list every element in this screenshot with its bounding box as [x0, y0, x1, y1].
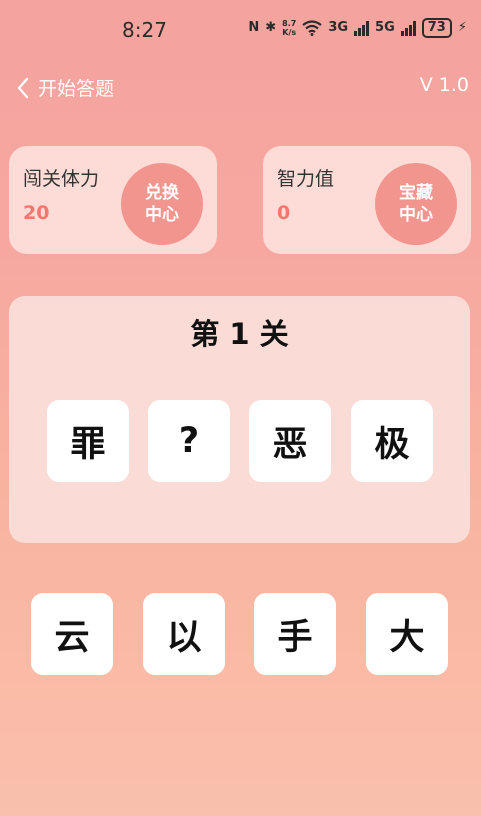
status-time: 8:27 — [122, 18, 167, 42]
version-label: V 1.0 — [419, 74, 469, 96]
network-speed-value: 8.7 — [282, 19, 297, 28]
header: 开始答题 V 1.0 — [0, 72, 481, 102]
answer-option-4[interactable]: 大 — [366, 593, 448, 675]
answer-option-3[interactable]: 手 — [254, 593, 336, 675]
battery-level: 73 — [421, 18, 452, 38]
signal-icon-1 — [354, 20, 370, 36]
status-icons: N ✱ 8.7 K/s 3G 5G 73 ⚡ — [248, 18, 467, 38]
network-3g-label: 3G — [328, 20, 349, 35]
treasure-center-button[interactable]: 宝藏 中心 — [375, 163, 457, 245]
intelligence-card: 智力值 0 宝藏 中心 — [263, 146, 471, 254]
treasure-center-line1: 宝藏 — [399, 183, 433, 203]
intelligence-title: 智力值 — [277, 168, 335, 190]
idiom-slot-2-blank[interactable]: ? — [148, 400, 230, 482]
stamina-card: 闯关体力 20 兑换 中心 — [9, 146, 217, 254]
exchange-center-button[interactable]: 兑换 中心 — [121, 163, 203, 245]
charging-icon: ⚡ — [457, 20, 467, 35]
signal-icon-2 — [400, 20, 416, 36]
idiom-slot-4[interactable]: 极 — [351, 400, 433, 482]
stamina-title: 闯关体力 — [23, 168, 100, 190]
network-speed: 8.7 K/s — [282, 19, 296, 37]
network-5g-label: 5G — [375, 20, 395, 35]
back-label: 开始答题 — [38, 78, 115, 100]
back-button[interactable]: 开始答题 — [16, 74, 114, 101]
exchange-center-line1: 兑换 — [145, 183, 179, 203]
chevron-left-icon — [17, 77, 29, 98]
intelligence-value: 0 — [277, 202, 291, 224]
nfc-icon: N — [248, 20, 260, 35]
idiom-slot-3[interactable]: 恶 — [249, 400, 331, 482]
answer-option-1[interactable]: 云 — [31, 593, 113, 675]
treasure-center-line2: 中心 — [399, 205, 433, 225]
stamina-value: 20 — [23, 202, 50, 224]
bluetooth-icon: ✱ — [265, 20, 277, 35]
answer-option-2[interactable]: 以 — [143, 593, 225, 675]
exchange-center-line2: 中心 — [145, 205, 179, 225]
idiom-slot-1[interactable]: 罪 — [47, 400, 129, 482]
wifi-icon — [302, 20, 323, 36]
puzzle-panel: 第 1 关 罪 ? 恶 极 — [9, 296, 470, 543]
status-bar: 8:27 N ✱ 8.7 K/s 3G 5G 73 ⚡ — [0, 0, 481, 62]
network-speed-unit: K/s — [282, 28, 297, 37]
level-title: 第 1 关 — [190, 317, 289, 351]
